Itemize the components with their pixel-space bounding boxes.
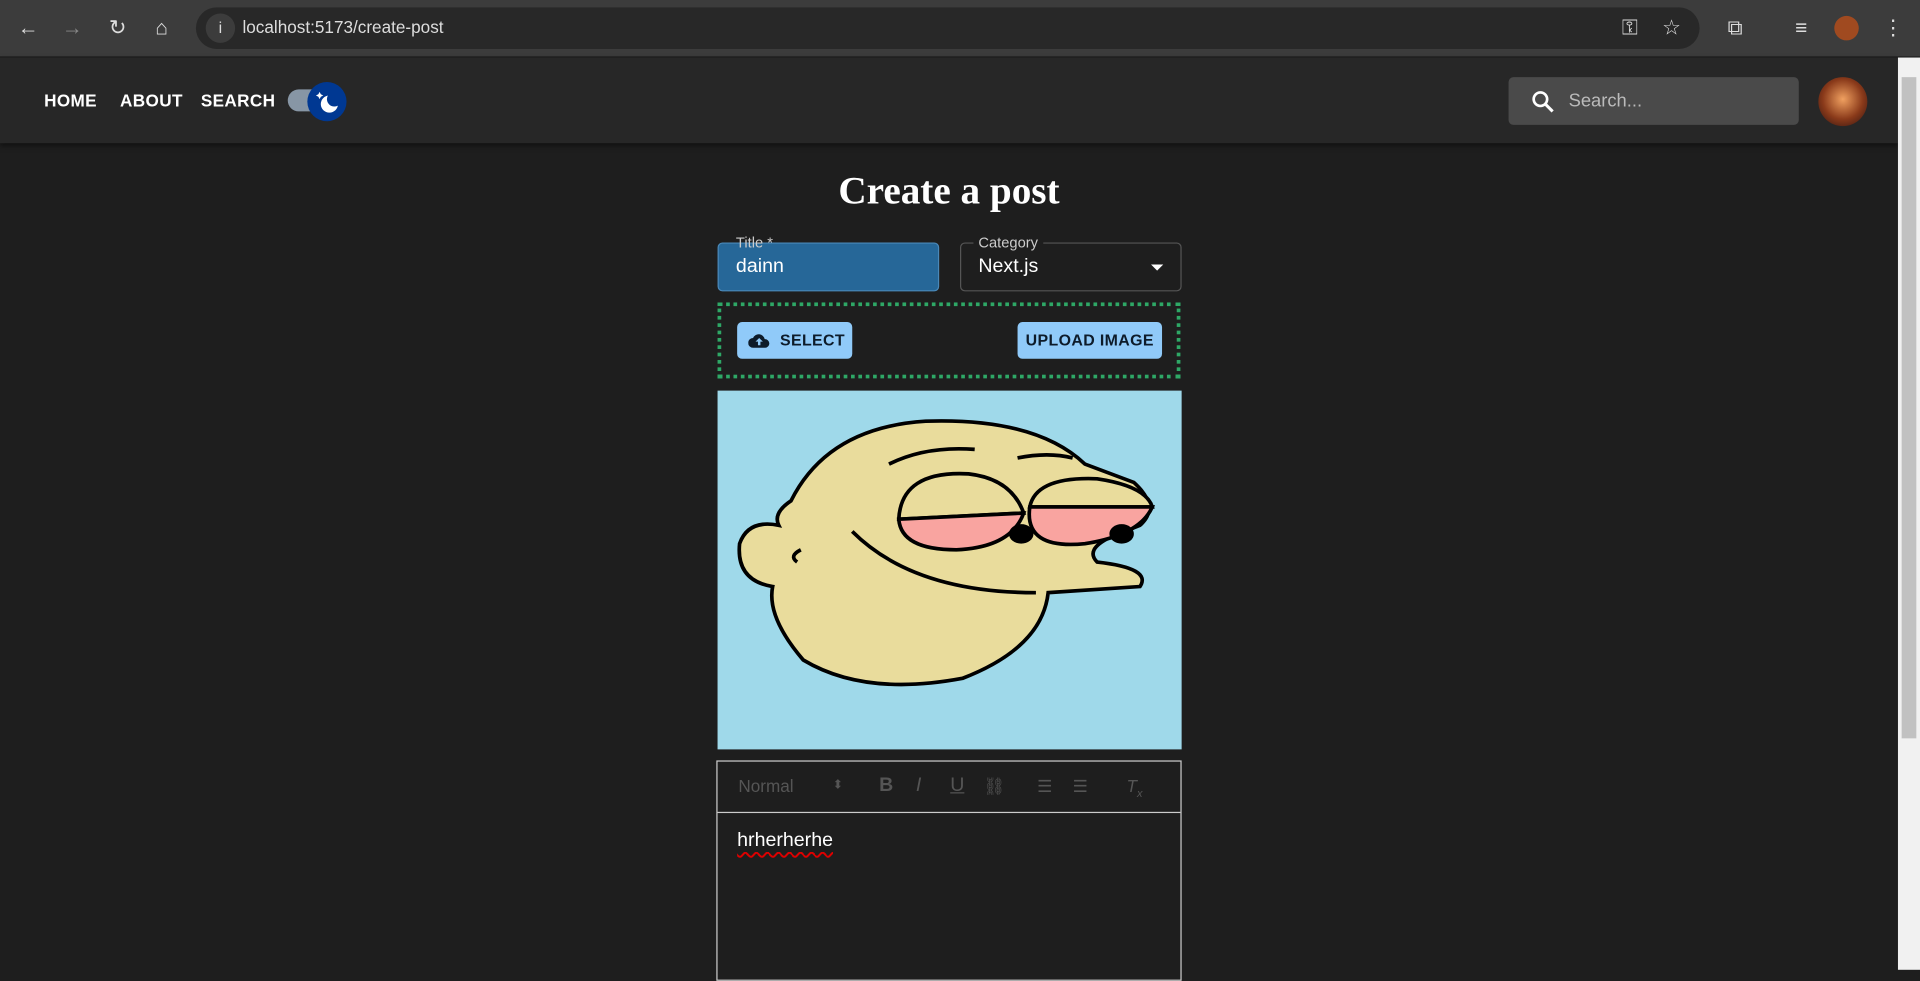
forward-icon[interactable]: → — [59, 15, 86, 42]
extensions-icon[interactable]: ⧉ — [1722, 15, 1749, 42]
star-icon[interactable]: ☆ — [1658, 15, 1685, 42]
nav-search[interactable]: SEARCH — [201, 91, 276, 111]
media-icon[interactable]: ≡ — [1788, 15, 1815, 42]
upload-image-button[interactable]: UPLOAD IMAGE — [1017, 322, 1163, 359]
rich-text-editor[interactable]: Normal ⬍ B I U ⛓ ☰ ☰ Tx hrherherhe — [716, 760, 1182, 981]
app-bar: HOME ABOUT SEARCH Search... — [0, 57, 1898, 144]
home-icon[interactable]: ⌂ — [148, 15, 175, 42]
profile-icon[interactable] — [1834, 15, 1859, 41]
avatar[interactable] — [1818, 77, 1868, 127]
format-select[interactable]: Normal — [738, 776, 793, 796]
back-icon[interactable]: ← — [15, 15, 42, 42]
reload-icon[interactable]: ↻ — [104, 15, 131, 42]
editor-toolbar: Normal ⬍ B I U ⛓ ☰ ☰ Tx — [717, 762, 1181, 814]
uploaded-image-preview — [717, 390, 1182, 750]
scrollbar[interactable] — [1897, 57, 1920, 970]
italic-icon[interactable]: I — [916, 775, 921, 797]
format-arrows-icon: ⬍ — [832, 778, 843, 793]
search-input[interactable]: Search... — [1508, 77, 1799, 125]
nav-about[interactable]: ABOUT — [120, 91, 183, 111]
moon-icon[interactable] — [307, 82, 347, 122]
url-text[interactable]: localhost:5173/create-post — [242, 17, 443, 37]
category-select[interactable]: Category Next.js — [960, 233, 1182, 292]
cloud-upload-icon — [748, 334, 770, 348]
page-title: Create a post — [838, 167, 1060, 212]
menu-icon[interactable]: ⋮ — [1880, 15, 1907, 42]
link-icon[interactable]: ⛓ — [983, 776, 1005, 797]
address-bar[interactable]: i localhost:5173/create-post ⚿ ☆ — [195, 7, 1700, 49]
key-icon[interactable]: ⚿ — [1616, 15, 1643, 42]
clear-format-icon[interactable]: Tx — [1127, 776, 1143, 799]
browser-toolbar: ← → ↻ ⌂ i localhost:5173/create-post ⚿ ☆… — [0, 0, 1920, 57]
select-button[interactable]: SELECT — [737, 322, 853, 359]
dropdown-arrow-icon — [1151, 264, 1164, 271]
upload-area: SELECT UPLOAD IMAGE — [717, 302, 1181, 379]
bullet-list-icon[interactable]: ☰ — [1073, 776, 1088, 797]
search-icon — [1532, 91, 1554, 113]
title-field[interactable]: Title * dainn — [717, 234, 940, 292]
ordered-list-icon[interactable]: ☰ — [1037, 776, 1052, 797]
info-icon[interactable]: i — [205, 13, 236, 43]
bold-icon[interactable]: B — [879, 775, 893, 797]
nav-home[interactable]: HOME — [44, 91, 97, 111]
underline-icon[interactable]: U — [950, 775, 964, 797]
editor-content[interactable]: hrherherhe — [737, 830, 833, 852]
